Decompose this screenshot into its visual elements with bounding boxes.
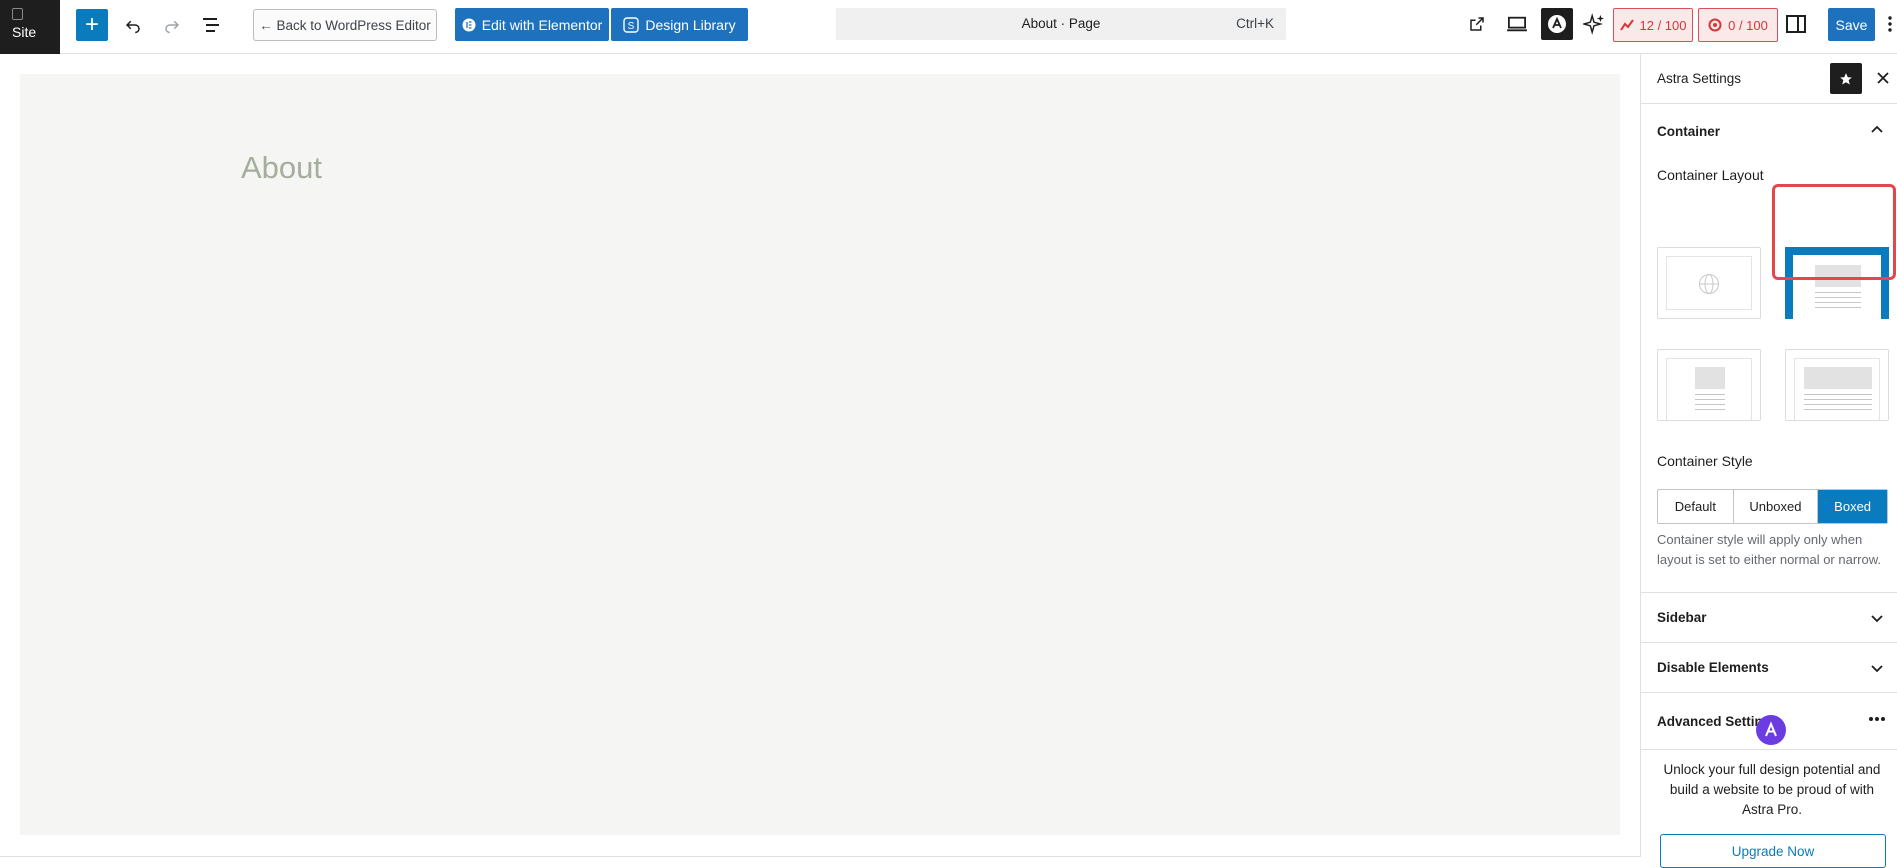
document-overview-button[interactable]	[198, 12, 224, 38]
design-library-label: Design Library	[645, 16, 736, 33]
desktop-icon	[1507, 16, 1527, 32]
list-view-icon	[203, 18, 219, 32]
settings-sidebar-toggle[interactable]	[1783, 11, 1809, 37]
more-horizontal-icon[interactable]	[1868, 716, 1886, 722]
sidebar-panel[interactable]: Sidebar	[1641, 593, 1897, 643]
command-palette-search[interactable]: About · Page Ctrl+K	[836, 8, 1286, 40]
chevron-down-icon	[1871, 615, 1883, 623]
selected-highlight	[1772, 184, 1896, 280]
layout-option-full-width[interactable]	[1785, 349, 1889, 421]
close-sidebar-button[interactable]	[1871, 65, 1895, 91]
astra-pro-logo-icon	[1756, 715, 1786, 745]
elementor-icon	[462, 18, 476, 31]
container-layout-label: Container Layout	[1657, 167, 1764, 183]
back-to-wordpress-editor-button[interactable]: ← Back to WordPress Editor	[253, 9, 437, 41]
star-icon	[1840, 72, 1852, 85]
broken-image-icon	[12, 8, 23, 20]
view-page-button[interactable]	[1464, 11, 1490, 37]
globe-icon	[1699, 274, 1719, 294]
site-home-link[interactable]: Site	[0, 0, 60, 54]
options-menu-button[interactable]	[1884, 11, 1896, 37]
seo-score-badge[interactable]: 12 / 100	[1613, 8, 1693, 42]
disable-elements-title: Disable Elements	[1657, 660, 1769, 675]
style-option-unboxed[interactable]: Unboxed	[1734, 490, 1819, 523]
seo-analysis-icon	[1619, 19, 1634, 31]
astra-settings-toggle[interactable]	[1541, 8, 1573, 40]
sparkle-icon	[1583, 13, 1605, 35]
back-button-label: ← Back to WordPress Editor	[259, 17, 431, 33]
layout-option-default[interactable]	[1657, 247, 1761, 319]
add-block-button[interactable]: +	[76, 9, 108, 41]
ai-assistant-button[interactable]	[1580, 10, 1608, 38]
layout-option-narrow[interactable]	[1657, 349, 1761, 421]
document-title: About · Page	[1021, 16, 1101, 31]
chevron-up-icon[interactable]	[1870, 123, 1884, 137]
undo-button[interactable]	[120, 12, 146, 38]
device-preview-button[interactable]	[1503, 11, 1531, 37]
readability-score-badge[interactable]: 0 / 100	[1698, 8, 1778, 42]
disable-elements-panel[interactable]: Disable Elements	[1641, 643, 1897, 693]
editor-toolbar: Site + ← Back to WordPress Editor Edit w…	[0, 0, 1897, 54]
sidebar-header: Astra Settings	[1641, 54, 1897, 104]
design-library-button[interactable]: S Design Library	[611, 8, 748, 41]
container-style-toggle: Default Unboxed Boxed	[1657, 489, 1888, 524]
edit-with-elementor-button[interactable]: Edit with Elementor	[455, 8, 609, 41]
sidebar-panel-icon	[1786, 15, 1806, 33]
upgrade-now-button[interactable]: Upgrade Now	[1660, 834, 1886, 868]
promo-text: Unlock your full design potential and bu…	[1663, 762, 1881, 817]
site-label: Site	[12, 24, 37, 40]
svg-text:S: S	[628, 21, 635, 32]
pin-favorite-button[interactable]	[1830, 63, 1862, 94]
style-option-boxed[interactable]: Boxed	[1818, 490, 1887, 523]
sidebar-panel-title: Sidebar	[1657, 610, 1707, 625]
page-preview[interactable]: About	[20, 74, 1620, 835]
save-label: Save	[1835, 16, 1868, 33]
container-panel: Container Container Layout Container Sty…	[1641, 104, 1897, 593]
page-title[interactable]: About	[241, 150, 322, 186]
more-vertical-icon	[1888, 16, 1892, 32]
container-panel-toggle[interactable]: Container	[1657, 124, 1720, 139]
chevron-down-icon	[1871, 665, 1883, 673]
sidebar-title: Astra Settings	[1657, 71, 1742, 86]
container-style-label: Container Style	[1657, 453, 1753, 469]
redo-icon	[165, 20, 180, 34]
plus-icon: +	[84, 11, 99, 38]
design-library-icon: S	[623, 16, 640, 33]
undo-icon	[125, 20, 140, 34]
keyboard-shortcut: Ctrl+K	[1236, 16, 1274, 31]
close-icon	[1877, 72, 1889, 84]
astra-logo-icon	[1548, 15, 1566, 33]
seo-score-value: 12 / 100	[1639, 17, 1687, 33]
editor-canvas: About	[0, 54, 1640, 857]
readability-icon	[1708, 18, 1722, 32]
container-style-help-text: Container style will apply only when lay…	[1657, 532, 1881, 567]
redo-button[interactable]	[159, 12, 185, 38]
readability-score-value: 0 / 100	[1728, 17, 1768, 33]
style-option-default[interactable]: Default	[1658, 490, 1734, 523]
external-link-icon	[1470, 17, 1484, 31]
save-button[interactable]: Save	[1828, 8, 1875, 41]
elementor-label: Edit with Elementor	[481, 16, 603, 33]
